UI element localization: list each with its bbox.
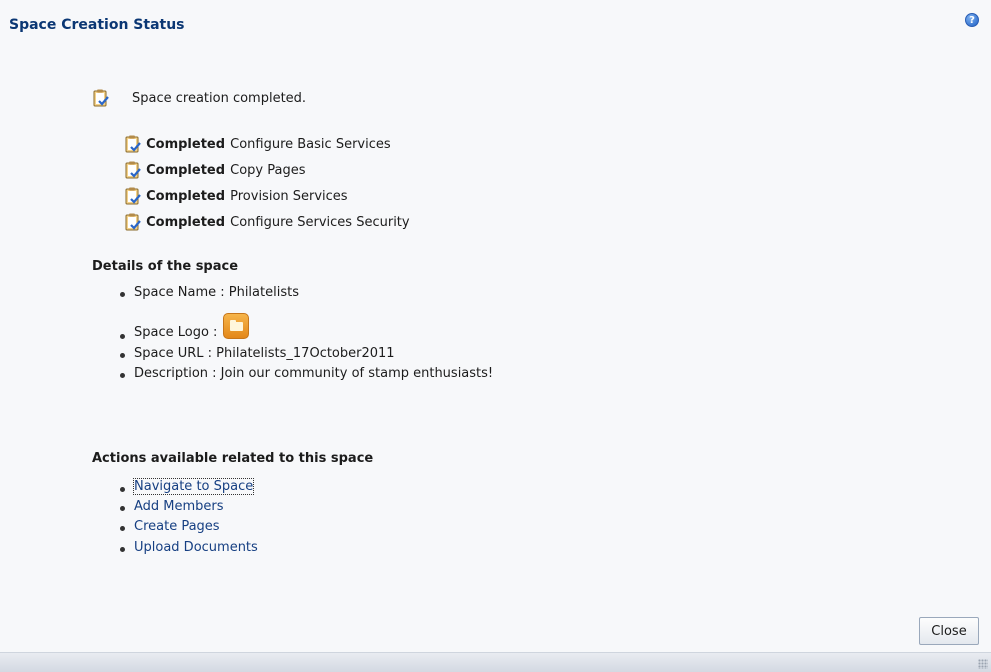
folder-icon bbox=[223, 313, 249, 339]
space-creation-status-dialog: Space Creation Status ? Space creation c… bbox=[0, 0, 991, 672]
step-status: Completed bbox=[146, 137, 226, 152]
close-button[interactable]: Close bbox=[919, 617, 979, 645]
actions-heading: Actions available related to this space bbox=[92, 451, 374, 466]
bullet bbox=[120, 526, 125, 531]
step-task: Copy Pages bbox=[230, 163, 306, 178]
step-status: Completed bbox=[146, 215, 226, 230]
space-name: Space Name : Philatelists bbox=[134, 285, 299, 300]
clipboard-check-icon bbox=[125, 187, 141, 204]
step-list: Completed Configure Basic Services Compl… bbox=[125, 133, 410, 237]
clipboard-check-icon bbox=[125, 213, 141, 230]
clipboard-check-icon bbox=[125, 135, 141, 152]
navigate-to-space-link[interactable]: Navigate to Space bbox=[132, 478, 255, 495]
bullet bbox=[120, 292, 125, 297]
space-logo-label: Space Logo : bbox=[134, 325, 218, 340]
step-status: Completed bbox=[146, 163, 226, 178]
upload-documents-link[interactable]: Upload Documents bbox=[134, 540, 258, 555]
bullet bbox=[120, 373, 125, 378]
dialog-footer bbox=[0, 652, 991, 672]
space-description: Description : Join our community of stam… bbox=[134, 366, 494, 381]
add-members-link[interactable]: Add Members bbox=[134, 499, 224, 514]
step-status: Completed bbox=[146, 189, 226, 204]
step-task: Configure Services Security bbox=[230, 215, 410, 230]
bullet bbox=[120, 334, 125, 339]
clipboard-check-icon bbox=[125, 161, 141, 178]
dialog-title: Space Creation Status bbox=[9, 17, 185, 33]
step-row: Completed Configure Services Security bbox=[125, 211, 410, 237]
step-row: Completed Provision Services bbox=[125, 185, 410, 211]
step-task: Configure Basic Services bbox=[230, 137, 391, 152]
help-icon[interactable]: ? bbox=[965, 13, 979, 27]
clipboard-check-icon bbox=[93, 89, 109, 107]
bullet bbox=[120, 547, 125, 552]
bullet bbox=[120, 353, 125, 358]
create-pages-link[interactable]: Create Pages bbox=[134, 519, 220, 534]
status-message: Space creation completed. bbox=[132, 91, 307, 106]
resize-grip-icon[interactable] bbox=[978, 659, 988, 669]
space-url: Space URL : Philatelists_17October2011 bbox=[134, 346, 395, 361]
details-heading: Details of the space bbox=[92, 259, 239, 274]
step-row: Completed Configure Basic Services bbox=[125, 133, 410, 159]
bullet bbox=[120, 506, 125, 511]
step-row: Completed Copy Pages bbox=[125, 159, 410, 185]
bullet bbox=[120, 487, 125, 492]
step-task: Provision Services bbox=[230, 189, 348, 204]
